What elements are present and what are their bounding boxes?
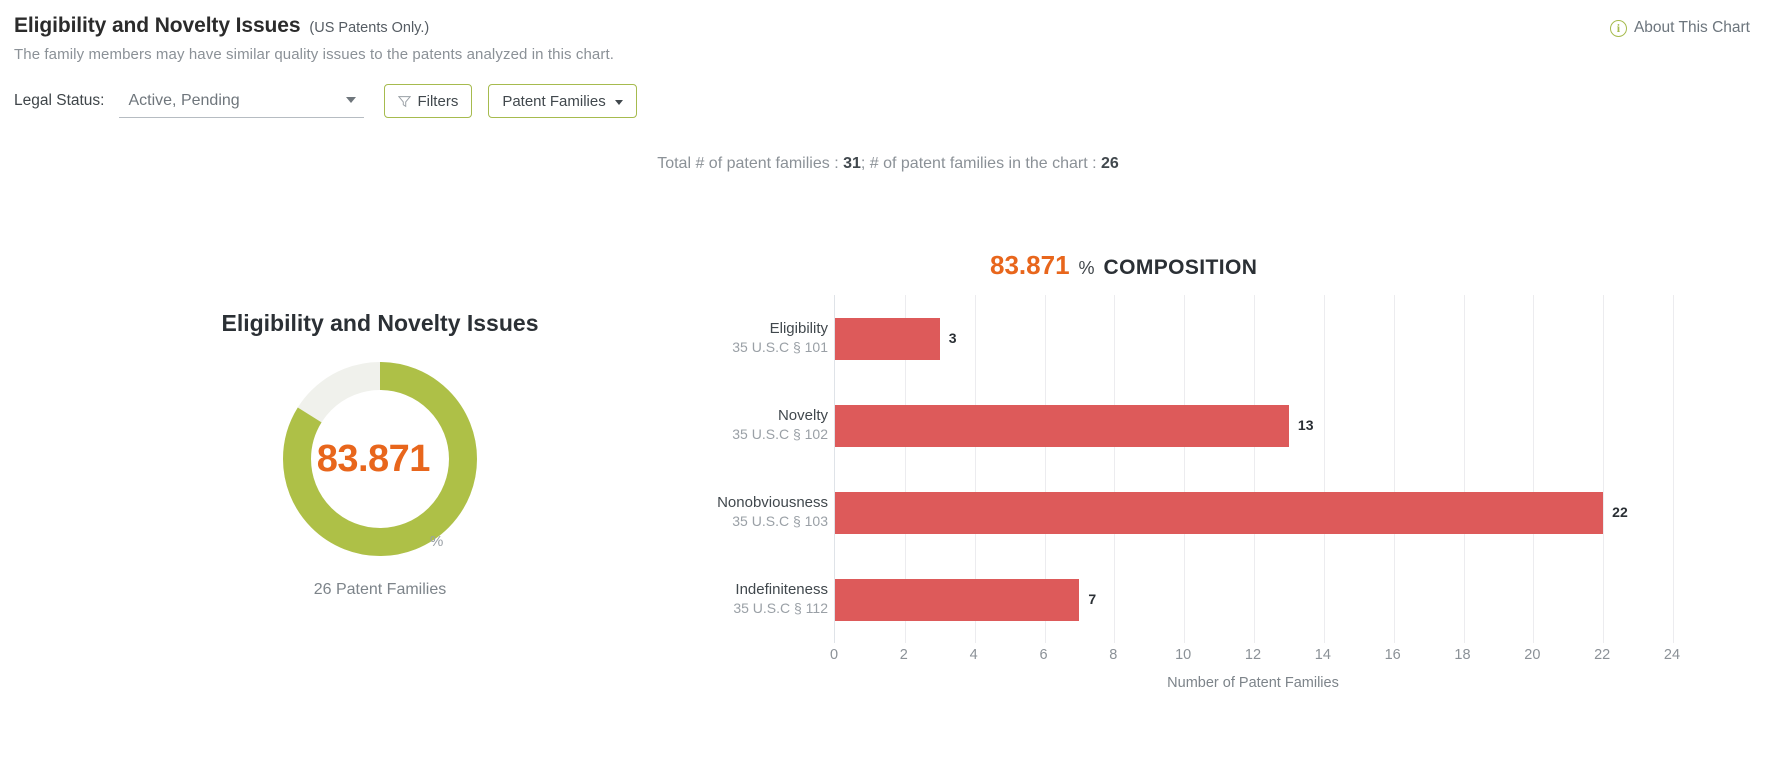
category-name: Nonobviousness: [717, 493, 828, 511]
grid-line: [1323, 295, 1325, 643]
chevron-down-icon: [614, 99, 623, 105]
grid-line: [1114, 295, 1116, 643]
x-tick-label: 10: [1175, 647, 1192, 663]
x-tick-label: 22: [1594, 647, 1611, 663]
x-tick-label: 2: [899, 647, 908, 663]
donut-percent: 83.871: [316, 437, 431, 480]
category-label: Indefiniteness 35 U.S.C § 112: [700, 580, 828, 618]
category-label: Nonobviousness 35 U.S.C § 103: [700, 493, 828, 531]
category-label: Eligibility 35 U.S.C § 101: [700, 319, 828, 357]
bar[interactable]: [835, 317, 940, 360]
grid-line: [1463, 295, 1465, 643]
legal-status-label: Legal Status:: [14, 92, 105, 109]
page-title-note: (US Patents Only.): [309, 20, 430, 36]
x-tick-label: 0: [829, 647, 839, 663]
bar-value-label: 22: [1612, 503, 1628, 520]
bar-chart-section: 83.871 % COMPOSITION Eligibility 35 U.S.C…: [700, 245, 1760, 715]
bar[interactable]: [835, 491, 1604, 534]
composition-header: 83.871 % COMPOSITION: [990, 250, 1257, 281]
category-statute: 35 U.S.C § 102: [732, 425, 828, 442]
page-header: Eligibility and Novelty Issues (US Paten…: [14, 14, 614, 63]
category-name: Eligibility: [769, 319, 828, 337]
donut-title: Eligibility and Novelty Issues: [221, 310, 539, 336]
x-axis-label: Number of Patent Families: [1167, 675, 1339, 691]
grid-line: [1673, 295, 1674, 643]
category-statute: 35 U.S.C § 101: [732, 338, 828, 355]
filters-label: Filters: [417, 92, 459, 110]
page-title: Eligibility and Novelty Issues: [14, 14, 301, 37]
bar[interactable]: [835, 578, 1080, 621]
grid-line: [1533, 295, 1535, 643]
grid-line: [1254, 295, 1255, 643]
x-tick-label: 16: [1384, 647, 1401, 663]
donut-caption: 26 Patent Families: [313, 581, 447, 598]
donut-center-value: 83.871 %: [280, 359, 480, 559]
patent-families-label: Patent Families: [502, 92, 606, 110]
legal-status-select[interactable]: Active, Pending: [119, 84, 365, 118]
x-tick-label: 4: [969, 647, 978, 663]
x-tick-label: 6: [1039, 647, 1048, 663]
bar-value-label: 7: [1088, 590, 1097, 607]
x-tick-label: 18: [1454, 647, 1471, 663]
filters-button[interactable]: Filters: [384, 84, 473, 118]
funnel-icon: [398, 95, 412, 107]
bar-chart-grid-area: 3 13 22 7: [834, 295, 1674, 643]
legal-status-value: Active, Pending: [128, 91, 240, 109]
donut-section: Eligibility and Novelty Issues 83.871 % …: [180, 310, 580, 599]
totals-in-chart-value: 26: [1101, 155, 1119, 172]
bar[interactable]: [835, 404, 1289, 447]
page-title-row: Eligibility and Novelty Issues (US Paten…: [14, 14, 614, 38]
donut-chart: 83.871 %: [280, 359, 480, 559]
controls-bar: Legal Status: Active, Pending Filters Pa…: [14, 84, 637, 118]
bar-chart-plot: Eligibility 35 U.S.C § 101 Novelty 35 U.S.C…: [700, 295, 1760, 715]
chevron-down-icon: [346, 97, 357, 103]
category-statute: 35 U.S.C § 112: [733, 599, 828, 616]
composition-percent: 83.871: [990, 250, 1070, 280]
bar-value-label: 3: [948, 329, 957, 346]
about-this-chart-link[interactable]: i About This Chart: [1609, 19, 1750, 37]
x-tick-label: 14: [1314, 647, 1331, 663]
bar-value-label: 13: [1297, 416, 1314, 433]
x-tick-label: 12: [1244, 647, 1262, 663]
x-tick-label: 24: [1663, 647, 1681, 663]
category-axis-labels: Eligibility 35 U.S.C § 101 Novelty 35 U.S.C…: [700, 295, 828, 643]
x-tick-label: 8: [1109, 647, 1118, 663]
category-name: Novelty: [777, 406, 828, 424]
grid-line: [1393, 295, 1395, 643]
about-this-chart-label: About This Chart: [1633, 19, 1750, 36]
totals-prefix: Total # of patent families :: [657, 155, 844, 172]
donut-percent-symbol: %: [429, 533, 444, 550]
category-statute: 35 U.S.C § 103: [732, 512, 828, 529]
patent-families-button[interactable]: Patent Families: [488, 84, 637, 118]
category-label: Novelty 35 U.S.C § 102: [700, 406, 828, 444]
totals-total-value: 31: [843, 155, 861, 172]
grid-line: [1184, 295, 1186, 643]
x-axis-ticks: 0 2 4 6 8 10 12 14 16 18 20 22 24: [830, 647, 1680, 671]
x-tick-label: 20: [1524, 647, 1541, 663]
totals-middle: ; # of patent families in the chart :: [860, 155, 1101, 172]
info-circle-icon: i: [1609, 19, 1627, 37]
eligibility-novelty-chart-page: Eligibility and Novelty Issues (US Paten…: [0, 0, 1776, 772]
page-description: The family members may have similar qual…: [14, 46, 614, 63]
composition-label: COMPOSITION: [1103, 256, 1258, 279]
composition-percent-symbol: %: [1078, 258, 1095, 278]
totals-summary: Total # of patent families : 31; # of pa…: [0, 155, 1776, 173]
category-name: Indefiniteness: [735, 580, 828, 598]
grid-line: [1603, 295, 1605, 643]
